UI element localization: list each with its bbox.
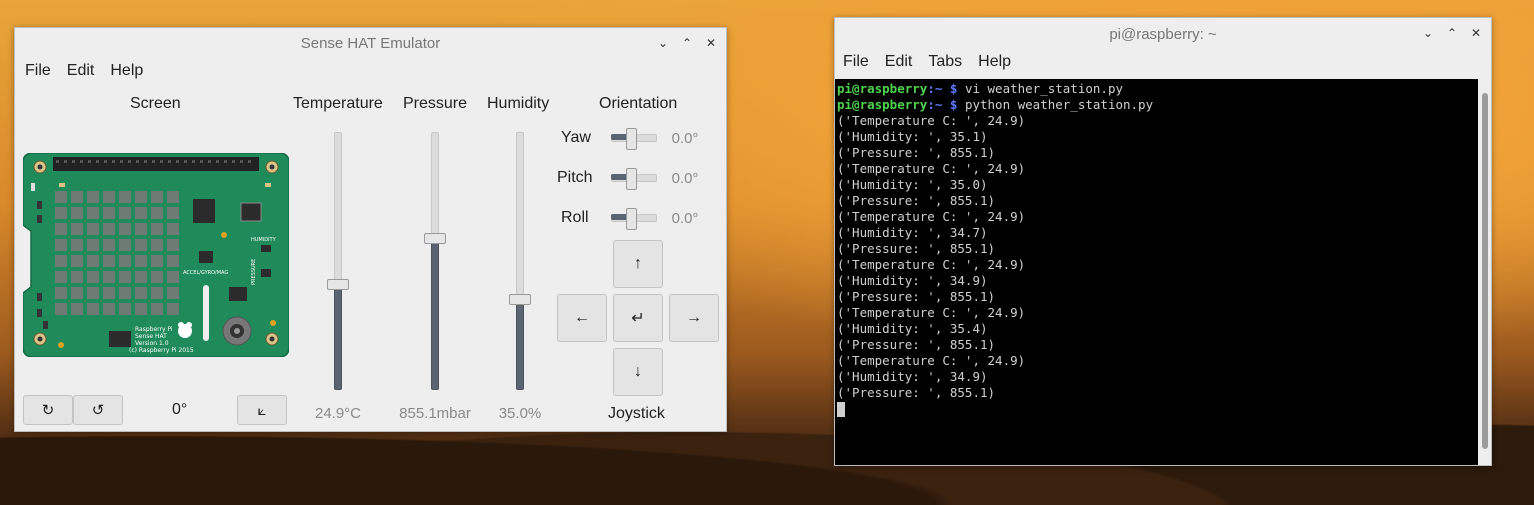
terminal-output-line: ('Humidity: ', 34.7) bbox=[837, 225, 988, 240]
menu-edit[interactable]: Edit bbox=[67, 62, 95, 80]
terminal-scrollbar-thumb[interactable] bbox=[1482, 93, 1488, 449]
rotation-value: 0° bbox=[172, 401, 188, 418]
joystick-right-button[interactable]: → bbox=[669, 294, 719, 342]
joystick-enter-button[interactable]: ↵ bbox=[613, 294, 663, 342]
maximize-icon[interactable]: ⌃ bbox=[680, 36, 694, 50]
terminal-output-line: ('Temperature C: ', 24.9) bbox=[837, 305, 1026, 320]
terminal-titlebar[interactable]: pi@raspberry: ~ ⌄ ⌃ ✕ bbox=[835, 18, 1491, 50]
terminal-output-line: ('Humidity: ', 35.4) bbox=[837, 321, 988, 336]
terminal-cursor bbox=[837, 402, 845, 417]
board-text-4: (c) Raspberry Pi 2015 bbox=[129, 347, 194, 354]
terminal-menubar: File Edit Tabs Help bbox=[835, 50, 1491, 74]
terminal-title: pi@raspberry: ~ bbox=[1109, 25, 1217, 43]
humidity-value: 35.0% bbox=[498, 405, 542, 422]
menu-tabs[interactable]: Tabs bbox=[928, 53, 962, 71]
board-humidity-label: HUMIDITY bbox=[251, 237, 277, 243]
board-text-3: Version 1.0 bbox=[135, 340, 169, 347]
terminal-window: pi@raspberry: ~ ⌄ ⌃ ✕ File Edit Tabs Hel… bbox=[834, 17, 1492, 466]
board-pressure-label: PRESSURE bbox=[251, 259, 257, 285]
temperature-slider[interactable] bbox=[327, 132, 349, 390]
rotate-cw-button[interactable]: ↻ bbox=[23, 395, 73, 425]
humidity-label: Humidity bbox=[487, 95, 550, 112]
sense-menubar: File Edit Help bbox=[15, 58, 726, 84]
terminal-output-line: ('Temperature C: ', 24.9) bbox=[837, 209, 1026, 224]
pressure-slider-fill bbox=[431, 237, 439, 390]
maximize-icon[interactable]: ⌃ bbox=[1445, 26, 1459, 40]
pressure-value: 855.1mbar bbox=[399, 405, 471, 422]
board-text-1: Raspberry Pi bbox=[135, 326, 173, 333]
terminal-output-line: ('Temperature C: ', 24.9) bbox=[837, 161, 1026, 176]
terminal-output-line: ('Pressure: ', 855.1) bbox=[837, 289, 996, 304]
terminal-output-line: ('Humidity: ', 35.1) bbox=[837, 129, 988, 144]
humidity-slider-thumb[interactable] bbox=[509, 294, 531, 305]
board-text-2: Sense HAT bbox=[135, 333, 167, 340]
roll-value: 0.0° bbox=[671, 210, 699, 227]
pressure-slider[interactable] bbox=[424, 132, 446, 390]
temperature-slider-fill bbox=[334, 283, 342, 390]
terminal-output-line: ('Pressure: ', 855.1) bbox=[837, 337, 996, 352]
humidity-slider-fill bbox=[516, 298, 524, 390]
pitch-label: Pitch bbox=[557, 169, 593, 186]
menu-help[interactable]: Help bbox=[978, 53, 1011, 71]
humidity-slider[interactable] bbox=[509, 132, 531, 390]
terminal-output-line: ('Humidity: ', 34.9) bbox=[837, 273, 988, 288]
terminal-scrollbar[interactable] bbox=[1479, 79, 1491, 465]
terminal-output-line: ('Temperature C: ', 24.9) bbox=[837, 113, 1026, 128]
roll-slider-thumb[interactable] bbox=[626, 208, 637, 230]
joystick-down-button[interactable]: ↓ bbox=[613, 348, 663, 396]
pressure-label: Pressure bbox=[403, 95, 468, 112]
sense-titlebar[interactable]: Sense HAT Emulator ⌄ ⌃ ✕ bbox=[15, 28, 726, 58]
terminal-command-line: pi@raspberry:~ $ vi weather_station.py bbox=[837, 81, 1123, 96]
temperature-value: 24.9°C bbox=[314, 405, 362, 422]
screen-label: Screen bbox=[130, 95, 181, 112]
terminal-command-line: pi@raspberry:~ $ python weather_station.… bbox=[837, 97, 1154, 112]
terminal-output-line: ('Humidity: ', 34.9) bbox=[837, 369, 988, 384]
roll-slider[interactable] bbox=[611, 208, 657, 230]
pitch-slider[interactable] bbox=[611, 168, 657, 190]
board-accel-label: ACCEL/GYRO/MAG bbox=[183, 270, 228, 276]
minimize-icon[interactable]: ⌄ bbox=[656, 36, 670, 50]
sense-hat-board: Raspberry Pi Sense HAT Version 1.0 (c) R… bbox=[23, 153, 289, 357]
temperature-slider-thumb[interactable] bbox=[327, 279, 349, 290]
terminal-cursor-line bbox=[837, 401, 1478, 417]
menu-help[interactable]: Help bbox=[110, 62, 143, 80]
terminal-output-line: ('Pressure: ', 855.1) bbox=[837, 385, 996, 400]
joystick-up-button[interactable]: ↑ bbox=[613, 240, 663, 288]
yaw-slider[interactable] bbox=[611, 128, 657, 150]
menu-file[interactable]: File bbox=[843, 53, 869, 71]
roll-label: Roll bbox=[561, 209, 589, 226]
menu-edit[interactable]: Edit bbox=[885, 53, 913, 71]
terminal-output-line: ('Temperature C: ', 24.9) bbox=[837, 353, 1026, 368]
close-icon[interactable]: ✕ bbox=[704, 36, 718, 50]
minimize-icon[interactable]: ⌄ bbox=[1421, 26, 1435, 40]
temperature-label: Temperature bbox=[293, 95, 383, 112]
terminal-output-line: ('Temperature C: ', 24.9) bbox=[837, 257, 1026, 272]
terminal-output-line: ('Pressure: ', 855.1) bbox=[837, 145, 996, 160]
yaw-label: Yaw bbox=[561, 129, 591, 146]
close-icon[interactable]: ✕ bbox=[1469, 26, 1483, 40]
yaw-value: 0.0° bbox=[671, 130, 699, 147]
window-title: Sense HAT Emulator bbox=[300, 34, 441, 52]
terminal-output-line: ('Pressure: ', 855.1) bbox=[837, 193, 996, 208]
terminal-output-line: ('Humidity: ', 35.0) bbox=[837, 177, 988, 192]
yaw-slider-thumb[interactable] bbox=[626, 128, 637, 150]
rotate-ccw-button[interactable]: ↺ bbox=[73, 395, 123, 425]
menu-file[interactable]: File bbox=[25, 62, 51, 80]
pressure-slider-thumb[interactable] bbox=[424, 233, 446, 244]
terminal-output-line: ('Pressure: ', 855.1) bbox=[837, 241, 996, 256]
joystick-left-button[interactable]: ← bbox=[557, 294, 607, 342]
terminal-output[interactable]: pi@raspberry:~ $ vi weather_station.py p… bbox=[835, 79, 1478, 465]
flip-button[interactable]: ⟀ bbox=[237, 395, 287, 425]
orientation-label: Orientation bbox=[599, 95, 678, 112]
pitch-value: 0.0° bbox=[671, 170, 699, 187]
joystick-label: Joystick bbox=[608, 405, 665, 422]
sense-hat-window: Sense HAT Emulator ⌄ ⌃ ✕ File Edit Help … bbox=[14, 27, 727, 432]
pitch-slider-thumb[interactable] bbox=[626, 168, 637, 190]
